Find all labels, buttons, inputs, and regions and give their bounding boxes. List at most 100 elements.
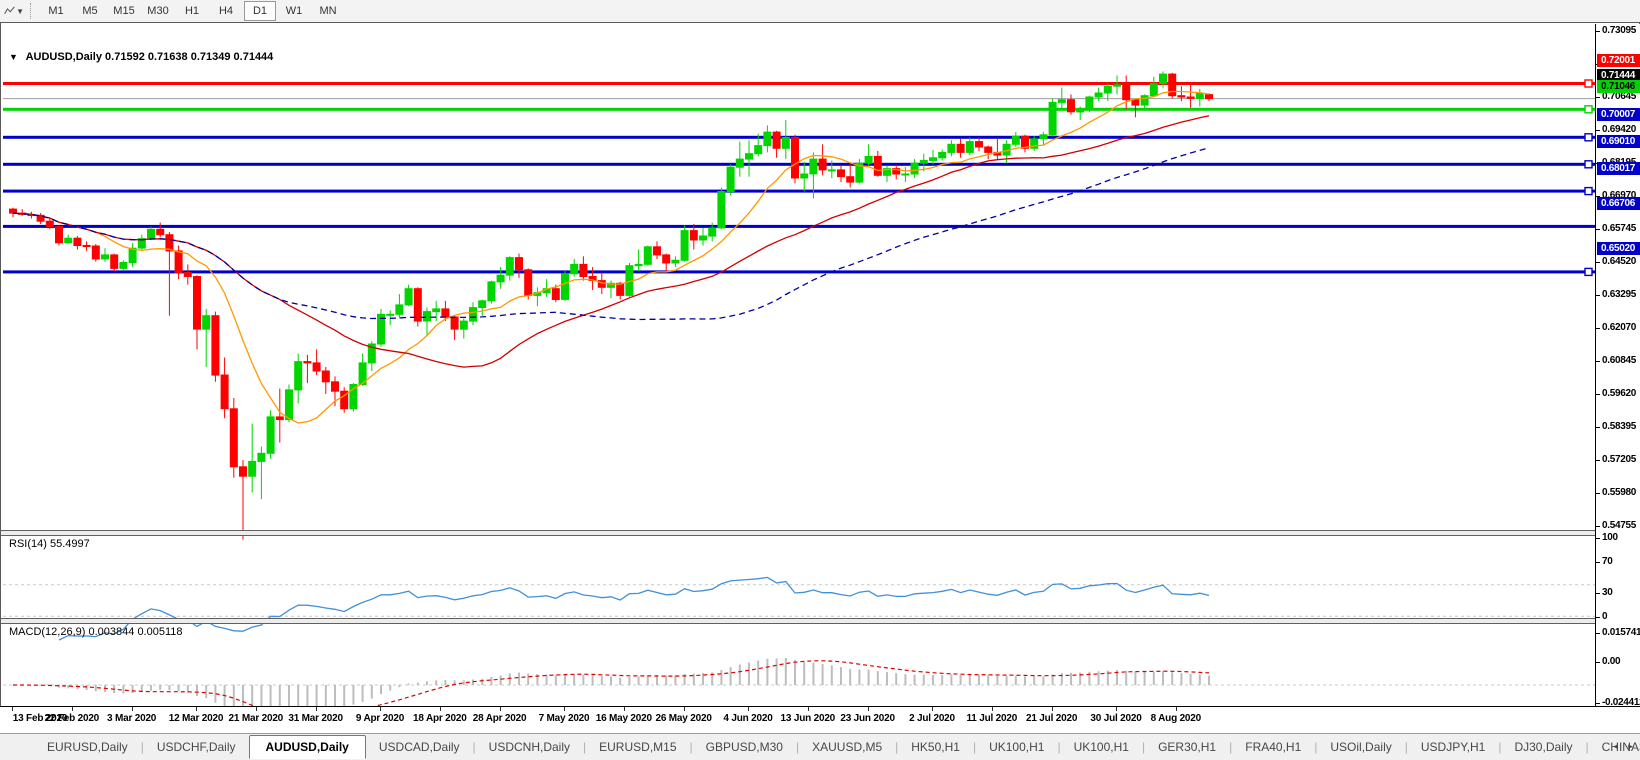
price-tick: [1596, 262, 1600, 263]
chart-title: ▼ AUDUSD,Daily 0.71592 0.71638 0.71349 0…: [9, 51, 273, 63]
tab-USDCAD-Daily[interactable]: USDCAD,Daily: [366, 736, 473, 758]
date-label: 4 Jun 2020: [723, 713, 772, 724]
ma-30-line[interactable]: [13, 116, 1209, 367]
date-label: 18 Apr 2020: [413, 713, 467, 724]
price-badge-0.68017: 0.68017: [1597, 162, 1640, 175]
hline-0.6502[interactable]: [3, 270, 1596, 273]
tab-USDJPY-H1[interactable]: USDJPY,H1: [1408, 736, 1498, 758]
ma-10-line[interactable]: [13, 92, 1209, 424]
rsi-line: [59, 577, 1209, 640]
title-dropdown-icon[interactable]: ▼: [9, 52, 18, 62]
date-label: 11 Jul 2020: [966, 713, 1017, 724]
tab-DJ30-Daily[interactable]: DJ30,Daily: [1501, 736, 1585, 758]
rsi-axis-label: 30: [1602, 587, 1613, 598]
tab-UK100-H1[interactable]: UK100,H1: [976, 736, 1057, 758]
macd-value-2: 0.005118: [137, 626, 182, 638]
price-tick: [1596, 229, 1600, 230]
hline-handle[interactable]: [1585, 268, 1592, 275]
timeframe-M1-button[interactable]: M1: [40, 1, 72, 21]
timeframe-M15-button[interactable]: M15: [108, 1, 140, 21]
hline-handle[interactable]: [1585, 134, 1592, 141]
rsi-canvas[interactable]: [3, 558, 1596, 642]
tab-EURUSD-Daily[interactable]: EURUSD,Daily: [34, 736, 141, 758]
date-tick: [256, 707, 257, 711]
rsi-name: RSI(14): [9, 538, 47, 550]
tab-FRA40-H1[interactable]: FRA40,H1: [1232, 736, 1314, 758]
tab-HK50-H1[interactable]: HK50,H1: [898, 736, 973, 758]
timeframe-MN-button[interactable]: MN: [312, 1, 344, 21]
date-label: 31 Mar 2020: [288, 713, 343, 724]
price-tick-label: 0.64520: [1602, 256, 1636, 267]
hline-handle[interactable]: [1585, 106, 1592, 113]
hline-0.68017[interactable]: [3, 190, 1596, 193]
price-badge-0.66706: 0.66706: [1597, 197, 1640, 210]
tab-AUDUSD-Daily[interactable]: AUDUSD,Daily: [249, 735, 366, 759]
date-label: 21 Mar 2020: [229, 713, 284, 724]
rsi-axis-label: 100: [1602, 532, 1618, 543]
tab-XAUUSD-M5[interactable]: XAUUSD,M5: [799, 736, 895, 758]
date-tick: [1176, 707, 1177, 711]
timeframe-D1-button[interactable]: D1: [244, 1, 276, 21]
date-axis[interactable]: 13 Feb 202022 Feb 20203 Mar 202012 Mar 2…: [0, 706, 1640, 734]
tab-USDCHF-Daily[interactable]: USDCHF,Daily: [144, 736, 249, 758]
tab-scroll-right-button[interactable]: ▸: [1623, 736, 1638, 756]
date-tick: [12, 707, 13, 711]
macd-value-1: 0.003844: [88, 626, 134, 638]
timeframe-toolbar: ▼ M1M5M15M30H1H4D1W1MN: [0, 0, 1640, 23]
price-tick-label: 0.59620: [1602, 388, 1636, 399]
chart-symbol: AUDUSD,Daily: [26, 51, 102, 63]
tab-UK100-H1[interactable]: UK100,H1: [1061, 736, 1142, 758]
date-tick: [132, 707, 133, 711]
date-tick: [808, 707, 809, 711]
chart-low: 0.71349: [191, 51, 231, 63]
date-label: 28 Apr 2020: [473, 713, 527, 724]
chart-tabs-bar: EURUSD,Daily|USDCHF,DailyAUDUSD,DailyUSD…: [0, 733, 1640, 760]
date-tick: [72, 707, 73, 711]
timeframe-M30-button[interactable]: M30: [142, 1, 174, 21]
tab-scroll-buttons: ◂ ▸: [1608, 736, 1638, 756]
timeframe-buttons: M1M5M15M30H1H4D1W1MN: [39, 1, 345, 21]
macd-panel-divider[interactable]: [1, 618, 1640, 624]
zigzag-icon: [4, 4, 15, 18]
hline-handle[interactable]: [1585, 188, 1592, 195]
hline-0.72001[interactable]: [3, 82, 1596, 85]
hline-handle[interactable]: [1585, 80, 1592, 87]
tab-GBPUSD-M30[interactable]: GBPUSD,M30: [693, 736, 796, 758]
hline-0.71046[interactable]: [3, 108, 1596, 111]
price-tick-label: 0.55980: [1602, 487, 1636, 498]
date-tick: [380, 707, 381, 711]
price-tick-label: 0.54755: [1602, 520, 1636, 531]
macd-axis-label: 0.015741: [1602, 627, 1640, 638]
date-label: 3 Mar 2020: [107, 713, 156, 724]
date-tick: [564, 707, 565, 711]
timeframe-H1-button[interactable]: H1: [176, 1, 208, 21]
timeframe-M5-button[interactable]: M5: [74, 1, 106, 21]
tab-USDCNH-Daily[interactable]: USDCNH,Daily: [476, 736, 583, 758]
chart-high: 0.71638: [148, 51, 188, 63]
line-studies-icon[interactable]: ▼: [4, 2, 24, 20]
tab-EURUSD-M15[interactable]: EURUSD,M15: [586, 736, 689, 758]
price-badge-0.72001: 0.72001: [1597, 54, 1640, 67]
main-chart-canvas[interactable]: [3, 47, 1596, 554]
hline-0.6901[interactable]: [3, 163, 1596, 166]
date-tick: [1116, 707, 1117, 711]
tab-GER30-H1[interactable]: GER30,H1: [1145, 736, 1229, 758]
rsi-value: 55.4997: [50, 538, 90, 550]
date-label: 22 Feb 2020: [45, 713, 100, 724]
tab-USOil-Daily[interactable]: USOil,Daily: [1317, 736, 1404, 758]
hline-handle[interactable]: [1585, 161, 1592, 168]
macd-axis-label: 0.00: [1602, 656, 1620, 667]
rsi-panel-divider[interactable]: [1, 530, 1640, 536]
tab-scroll-left-button[interactable]: ◂: [1608, 736, 1623, 756]
price-tick: [1596, 427, 1600, 428]
hline-0.70007[interactable]: [3, 136, 1596, 139]
hline-0.66706[interactable]: [3, 225, 1596, 228]
chart-window[interactable]: ▼ AUDUSD,Daily 0.71592 0.71638 0.71349 0…: [0, 22, 1640, 735]
date-label: 23 Jun 2020: [840, 713, 895, 724]
tool-dropdown-icon[interactable]: ▼: [16, 7, 24, 16]
date-tick: [500, 707, 501, 711]
timeframe-W1-button[interactable]: W1: [278, 1, 310, 21]
price-axis[interactable]: 0.730950.718700.706450.694200.681950.669…: [1595, 24, 1640, 706]
price-tick-label: 0.57205: [1602, 454, 1636, 465]
timeframe-H4-button[interactable]: H4: [210, 1, 242, 21]
